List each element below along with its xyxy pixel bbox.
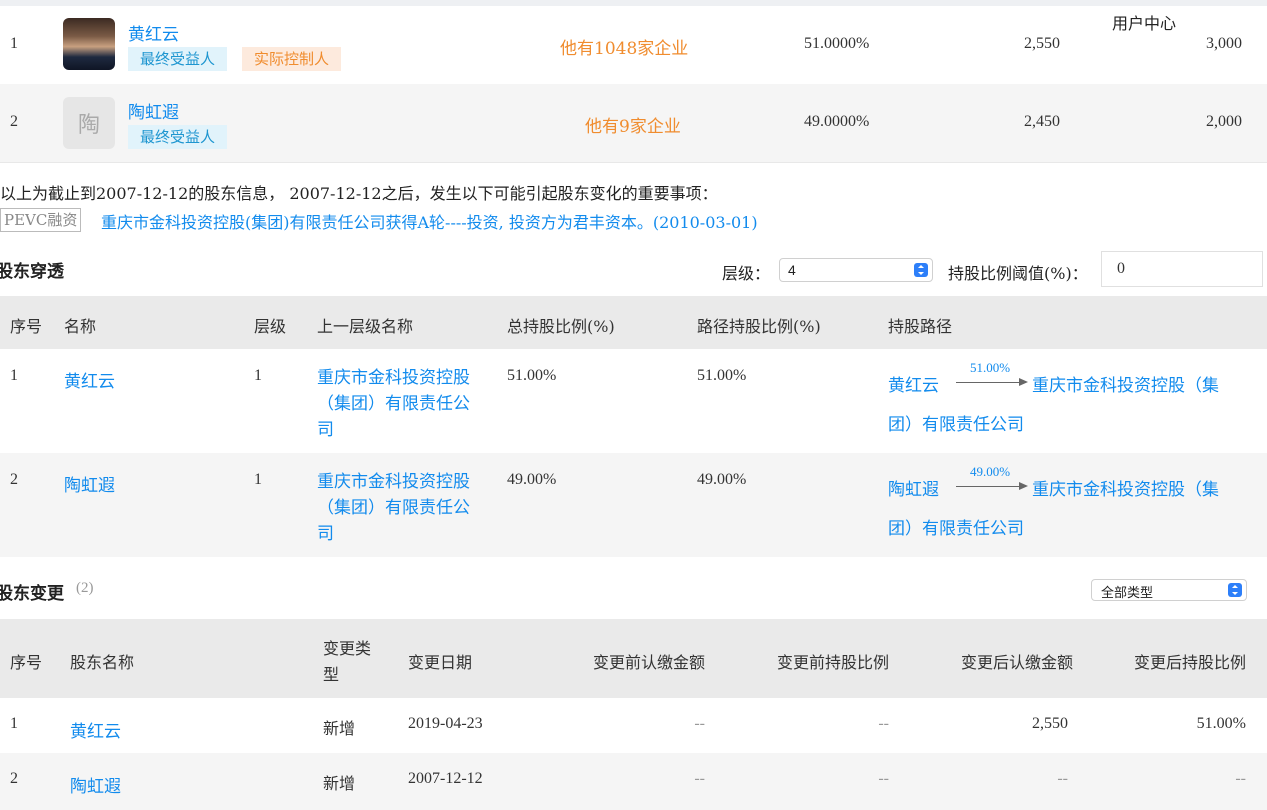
section-title-penetration: 股东穿透 (0, 262, 64, 282)
threshold-label: 持股比例阈值(%)： (948, 264, 1088, 283)
threshold-value: 0 (1117, 260, 1125, 277)
ratio: 51.0000% (804, 35, 870, 52)
col-header: 变更前持股比例 (776, 653, 889, 672)
extra-value: 3,000 (1206, 35, 1242, 52)
extra-value: 2,000 (1206, 113, 1242, 130)
path-to-link[interactable]: 重庆市金科投资控股（集 (1032, 371, 1219, 396)
col-header: 变更后持股比例 (1133, 653, 1246, 672)
amount: 2,450 (1024, 113, 1060, 130)
after-amount: 2,550 (1032, 715, 1068, 732)
level-select[interactable]: 4 (779, 258, 933, 282)
table-row: 2 陶虹遐 新增 2007-12-12 -- -- -- -- (0, 753, 1267, 810)
change-type: 新增 (323, 774, 356, 793)
col-header: 序号 (10, 653, 43, 672)
path-ratio: 49.00% (697, 471, 747, 488)
change-notice-text: 以上为截止到2007-12-12的股东信息， 2007-12-12之后，发生以下… (0, 184, 718, 203)
total-ratio: 49.00% (507, 471, 557, 488)
changes-table-header: 序号 股东名称 变更类 型 变更日期 变更前认缴金额 变更前持股比例 变更后认缴… (0, 619, 1267, 698)
shareholder-name[interactable]: 黄红云 (64, 367, 115, 392)
other-companies-link[interactable]: 他有9家企业 (585, 112, 681, 137)
change-type-select-value: 全部类型 (1101, 585, 1154, 600)
avatar[interactable] (63, 18, 115, 70)
col-header: 变更前认缴金额 (592, 653, 705, 672)
path-ratio: 51.00% (697, 367, 747, 384)
before-amount: -- (694, 715, 705, 732)
shareholder-row: 1 黄红云 最终受益人 实际控制人 他有1048家企业 51.0000% 2,5… (0, 6, 1267, 84)
level-label: 层级： (722, 264, 771, 283)
row-index: 1 (10, 35, 18, 52)
row-index: 1 (10, 715, 18, 732)
path-to-link[interactable]: 重庆市金科投资控股（集 (1032, 475, 1219, 500)
col-header: 变更日期 (408, 653, 473, 672)
path-to-link-cont[interactable]: 团）有限责任公司 (888, 514, 1024, 539)
divider (0, 162, 1267, 163)
col-header: 变更后认缴金额 (960, 653, 1073, 672)
amount: 2,550 (1024, 35, 1060, 52)
col-header: 总持股比例(%) (507, 317, 615, 336)
select-arrow-icon (914, 263, 928, 277)
other-companies-link[interactable]: 他有1048家企业 (560, 34, 688, 59)
before-ratio: -- (878, 715, 889, 732)
row-index: 1 (10, 367, 18, 384)
table-row: 1 黄红云 新增 2019-04-23 -- -- 2,550 51.00% (0, 698, 1267, 753)
after-amount: -- (1057, 770, 1068, 787)
parent-company-link[interactable]: 重庆市金科投资控股 （集团）有限责任公 司 (317, 365, 470, 443)
col-header: 上一层级名称 (317, 317, 414, 336)
shareholder-name[interactable]: 陶虹遐 (64, 471, 115, 496)
col-header: 序号 (10, 317, 43, 336)
pevc-tag: PEVC融资 (0, 208, 82, 232)
level: 1 (254, 367, 262, 384)
path-percent: 49.00% (970, 464, 1011, 479)
col-header: 持股路径 (888, 317, 953, 336)
row-index: 2 (10, 770, 18, 787)
level: 1 (254, 471, 262, 488)
path-from-link[interactable]: 陶虹遐 (888, 475, 939, 500)
table-row: 2 陶虹遐 1 重庆市金科投资控股 （集团）有限责任公 司 49.00% 49.… (0, 453, 1267, 557)
before-ratio: -- (878, 770, 889, 787)
row-index: 2 (10, 471, 18, 488)
row-index: 2 (10, 113, 18, 130)
section-title-changes: 股东变更 (0, 584, 64, 604)
select-arrow-icon (1228, 583, 1242, 597)
penetration-table-header: 序号 名称 层级 上一层级名称 总持股比例(%) 路径持股比例(%) 持股路径 (0, 296, 1267, 349)
change-date: 2007-12-12 (408, 770, 483, 787)
before-amount: -- (694, 770, 705, 787)
parent-company-link[interactable]: 重庆市金科投资控股 （集团）有限责任公 司 (317, 469, 470, 547)
financing-event-link[interactable]: 重庆市金科投资控股(集团)有限责任公司获得A轮----投资, 投资方为君丰资本。… (101, 209, 758, 233)
col-header: 股东名称 (70, 653, 135, 672)
threshold-input[interactable]: 0 (1101, 251, 1263, 287)
shareholder-name[interactable]: 黄红云 (70, 717, 121, 742)
col-header: 路径持股比例(%) (697, 317, 821, 336)
beneficiary-badge: 最终受益人 (128, 125, 228, 149)
controller-badge: 实际控制人 (242, 47, 342, 71)
col-header: 变更类 型 (323, 639, 372, 684)
change-date: 2019-04-23 (408, 715, 483, 732)
col-header: 名称 (64, 317, 97, 336)
shareholder-row: 2 陶 陶虹遐 最终受益人 他有9家企业 49.0000% 2,450 2,00… (0, 84, 1267, 162)
avatar[interactable]: 陶 (63, 97, 115, 149)
shareholder-name[interactable]: 陶虹遐 (70, 772, 121, 797)
change-type: 新增 (323, 719, 356, 738)
col-header: 层级 (254, 317, 287, 336)
after-ratio: -- (1235, 770, 1246, 787)
shareholder-name[interactable]: 黄红云 (128, 20, 179, 45)
beneficiary-badge: 最终受益人 (128, 47, 228, 71)
path-to-link-cont[interactable]: 团）有限责任公司 (888, 410, 1024, 435)
table-row: 1 黄红云 1 重庆市金科投资控股 （集团）有限责任公 司 51.00% 51.… (0, 349, 1267, 453)
arrow-right-icon (956, 482, 1028, 490)
changes-count: (2) (76, 580, 94, 596)
ratio: 49.0000% (804, 113, 870, 130)
change-type-select[interactable]: 全部类型 (1091, 579, 1247, 601)
path-percent: 51.00% (970, 360, 1011, 375)
level-select-value: 4 (788, 262, 796, 278)
path-from-link[interactable]: 黄红云 (888, 371, 939, 396)
total-ratio: 51.00% (507, 367, 557, 384)
after-ratio: 51.00% (1196, 715, 1246, 732)
arrow-right-icon (956, 378, 1028, 386)
shareholder-name[interactable]: 陶虹遐 (128, 98, 179, 123)
